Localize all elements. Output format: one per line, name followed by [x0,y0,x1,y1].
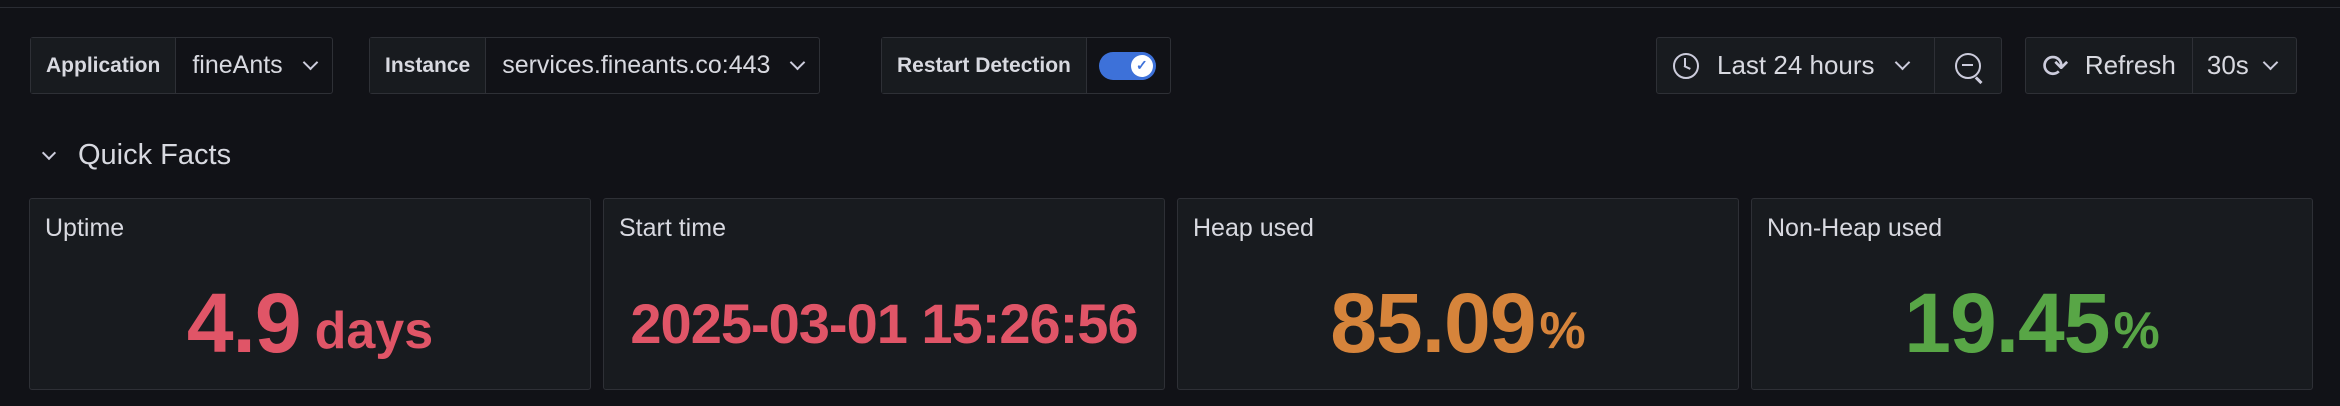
refresh-icon: ⟳ [2042,47,2069,84]
restart-detection-label: Restart Detection [882,38,1087,93]
stat-value: 2025-03-01 15:26:56 [604,269,1164,377]
clock-icon [1673,52,1699,79]
chevron-down-icon [1894,54,1910,71]
zoom-out-button[interactable] [1935,38,2001,93]
row-title: Quick Facts [78,139,232,171]
stat-value: 85.09 % [1178,269,1738,377]
chevron-down-icon [790,54,806,71]
application-value: fineAnts [192,51,283,79]
instance-variable: Instance services.fineants.co:443 [369,37,821,94]
panel-title: Non-Heap used [1767,214,1943,242]
stat-number: 2025-03-01 15:26:56 [630,291,1138,355]
instance-label: Instance [370,38,487,93]
top-divider [0,7,2340,8]
refresh-interval-value: 30s [2206,50,2249,80]
panel-uptime[interactable]: Uptime 4.9 days [29,198,591,390]
refresh-interval-select[interactable]: 30s [2193,38,2296,93]
application-select[interactable]: fineAnts [176,38,331,93]
chevron-down-icon [302,54,318,71]
row-header-quick-facts[interactable]: Quick Facts [41,139,232,172]
stat-number: 4.9 [186,275,302,370]
panel-title: Heap used [1193,214,1314,242]
stat-value: 19.45 % [1752,269,2312,377]
instance-select[interactable]: services.fineants.co:443 [486,38,819,93]
panel-title: Start time [619,214,726,242]
chevron-down-icon [2262,54,2279,71]
time-range-controls: Last 24 hours [1656,37,2002,94]
panel-start-time[interactable]: Start time 2025-03-01 15:26:56 [603,198,1165,390]
refresh-button[interactable]: ⟳ Refresh [2026,38,2193,93]
stat-unit: % [1539,302,1586,360]
instance-value: services.fineants.co:443 [502,51,771,79]
stat-value: 4.9 days [30,269,590,377]
stat-number: 19.45 [1904,275,2110,370]
time-range-picker[interactable]: Last 24 hours [1657,38,1935,93]
zoom-out-icon [1954,52,1981,79]
panel-heap-used[interactable]: Heap used 85.09 % [1177,198,1739,390]
restart-detection-toggle[interactable]: ✓ [1098,51,1156,80]
stat-unit: % [2113,302,2160,360]
panel-non-heap-used[interactable]: Non-Heap used 19.45 % [1751,198,2313,390]
application-variable: Application fineAnts [30,37,333,94]
time-range-label: Last 24 hours [1717,50,1875,80]
stat-number: 85.09 [1330,275,1536,370]
panel-title: Uptime [45,214,125,242]
chevron-down-icon [41,145,57,160]
restart-detection-variable: Restart Detection ✓ [881,37,1171,94]
refresh-controls: ⟳ Refresh 30s [2025,37,2297,94]
check-icon: ✓ [1130,54,1153,77]
refresh-label: Refresh [2084,50,2176,80]
stat-unit: days [314,302,434,360]
application-label: Application [31,38,177,93]
